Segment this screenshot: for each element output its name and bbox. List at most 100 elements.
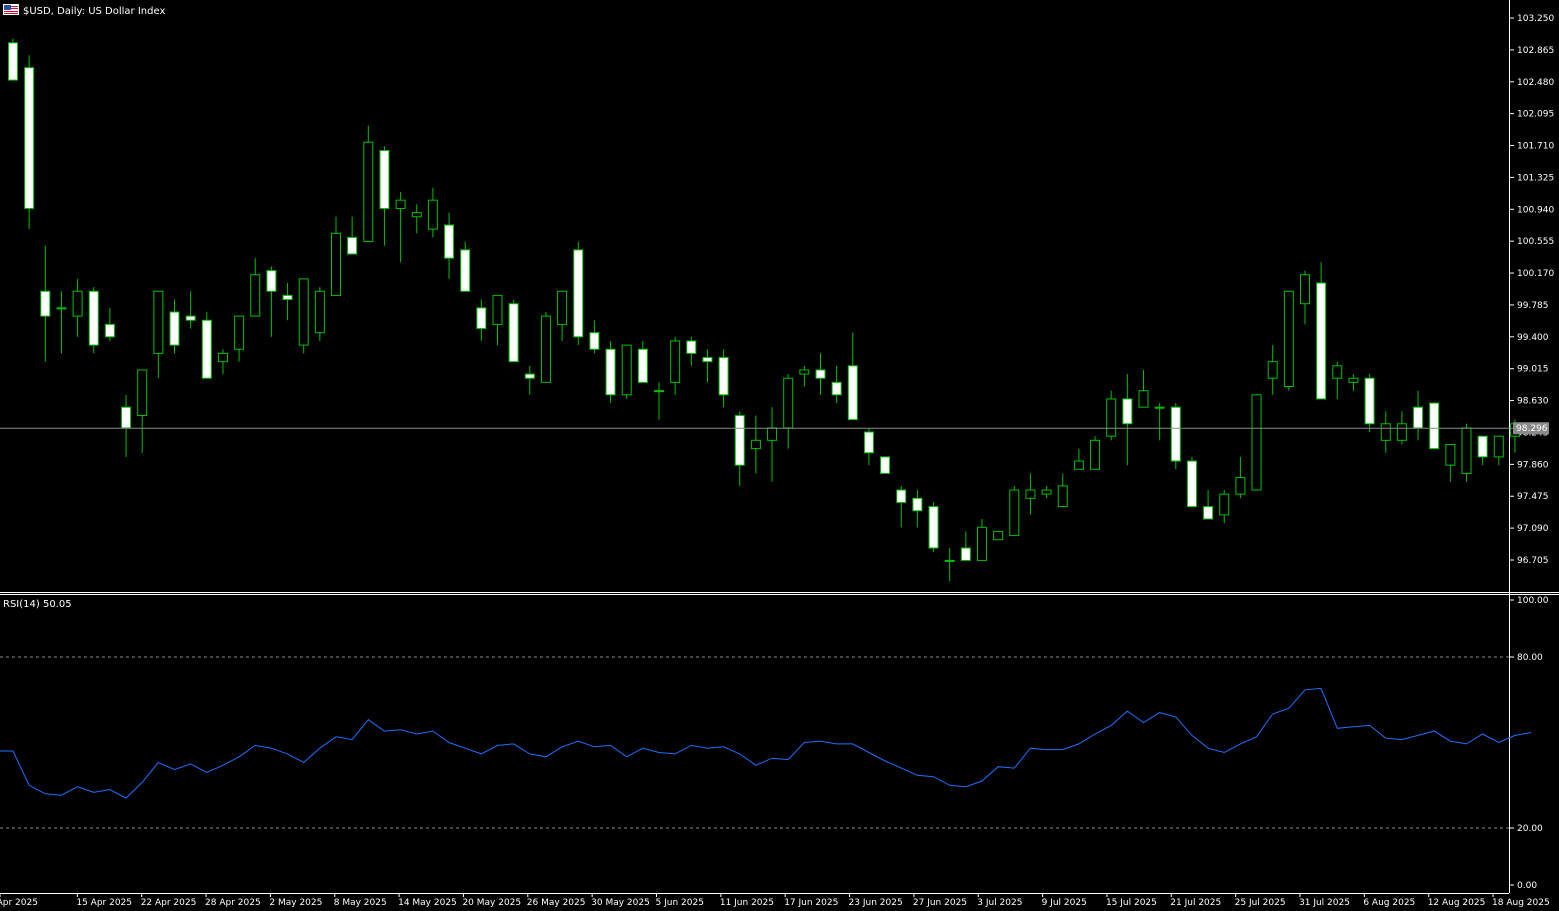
candle-body-bear bbox=[1364, 377, 1375, 425]
candle bbox=[104, 307, 115, 341]
candle bbox=[508, 299, 519, 363]
candle-body-bear bbox=[40, 290, 51, 317]
date-tick-label: 26 May 2025 bbox=[527, 898, 586, 908]
candle-body-bull bbox=[234, 315, 245, 350]
candle-body-bull bbox=[783, 377, 794, 429]
candle bbox=[298, 278, 309, 354]
candle-body-bear bbox=[379, 149, 390, 209]
candle bbox=[56, 291, 67, 354]
price-tick-label: 97.475 bbox=[1517, 492, 1549, 502]
chart-header: $USD, Daily: US Dollar Index bbox=[3, 4, 165, 17]
candle-body-bull bbox=[1332, 365, 1343, 379]
candle-body-bull bbox=[654, 390, 664, 393]
candle bbox=[153, 290, 164, 379]
date-tick-label: 25 Jul 2025 bbox=[1235, 898, 1286, 908]
rsi-tick-label: 20.00 bbox=[1517, 824, 1543, 834]
candle-body-bull bbox=[217, 352, 228, 363]
candle bbox=[847, 332, 858, 421]
rsi-line bbox=[0, 687, 1532, 799]
candle-body-bull bbox=[363, 141, 374, 243]
candle bbox=[960, 531, 971, 561]
date-tick-label: 15 Jul 2025 bbox=[1106, 898, 1157, 908]
candle bbox=[121, 394, 132, 457]
price-tick-label: 100.170 bbox=[1517, 269, 1554, 279]
date-tick-label: 23 Jun 2025 bbox=[849, 898, 903, 908]
candle-body-bear bbox=[847, 365, 858, 421]
candle-body-bull bbox=[750, 439, 761, 450]
candle-body-bull bbox=[1073, 460, 1084, 470]
candle bbox=[1186, 456, 1197, 508]
candle-body-bull bbox=[411, 212, 422, 218]
candle bbox=[621, 344, 632, 399]
candle-body-bear bbox=[1203, 506, 1214, 520]
price-tick-label: 103.250 bbox=[1517, 14, 1554, 24]
candle-body-bear bbox=[460, 249, 471, 292]
candle-body-bear bbox=[524, 373, 535, 379]
candle bbox=[718, 349, 729, 408]
candle bbox=[137, 369, 148, 453]
candle-body-bear bbox=[444, 224, 455, 259]
candle bbox=[702, 349, 713, 383]
candle-body-bull bbox=[72, 290, 83, 317]
candle bbox=[1364, 374, 1375, 433]
price-tick-label: 101.710 bbox=[1517, 142, 1554, 152]
candle-body-bear bbox=[24, 67, 35, 209]
date-tick-label: 6 Aug 2025 bbox=[1363, 898, 1415, 908]
candle bbox=[524, 365, 535, 395]
candle-body-bull bbox=[1106, 398, 1117, 437]
candle-body-bull bbox=[1219, 493, 1230, 516]
candle bbox=[1041, 485, 1052, 499]
candle bbox=[1300, 270, 1310, 325]
candle bbox=[427, 187, 438, 238]
candle bbox=[1219, 490, 1230, 524]
candle-body-bear bbox=[912, 497, 923, 512]
candle-body-bear bbox=[88, 290, 99, 346]
candle-body-bear bbox=[863, 431, 874, 454]
candle bbox=[589, 320, 600, 354]
candle bbox=[266, 266, 277, 337]
candle-body-bull bbox=[153, 290, 164, 354]
candle-body-bull bbox=[1138, 390, 1149, 408]
candle bbox=[831, 365, 842, 404]
price-tick-label: 98.630 bbox=[1517, 397, 1549, 407]
candle bbox=[540, 311, 551, 383]
candle-body-bull bbox=[1300, 274, 1310, 305]
candle-body-bear bbox=[169, 311, 180, 346]
candle bbox=[1138, 369, 1149, 408]
candle bbox=[863, 427, 874, 466]
candle-body-bear bbox=[347, 236, 358, 255]
candle bbox=[40, 245, 51, 362]
candle bbox=[750, 415, 761, 474]
candle-body-bull bbox=[1283, 290, 1294, 388]
candle-body-bull bbox=[331, 232, 341, 296]
rsi-axis: 100.00 80.00 20.00 0.00 bbox=[1509, 596, 1549, 891]
price-axis: 103.250 102.865 102.480 102.095 101.710 101.3… bbox=[1509, 14, 1554, 566]
price-tick-label: 97.090 bbox=[1517, 524, 1549, 534]
candle bbox=[282, 282, 293, 321]
candle-body-bear bbox=[605, 348, 616, 396]
candle bbox=[1332, 361, 1343, 399]
candle-body-bull bbox=[1025, 489, 1036, 499]
candle-body-bear bbox=[573, 249, 584, 338]
candle-body-bear bbox=[1122, 398, 1133, 425]
candle bbox=[1009, 485, 1020, 537]
candle-body-bear bbox=[1170, 406, 1181, 462]
price-tick-label: 100.555 bbox=[1517, 237, 1554, 247]
candle bbox=[912, 490, 923, 528]
rsi-tick-label: 100.00 bbox=[1517, 596, 1549, 606]
candle bbox=[1057, 473, 1068, 508]
candle bbox=[185, 291, 196, 329]
candle bbox=[799, 365, 810, 387]
candle-body-bear bbox=[1429, 402, 1440, 450]
candle-body-bull bbox=[799, 369, 810, 375]
candle bbox=[928, 502, 939, 553]
candle-body-bull bbox=[56, 307, 67, 310]
candle bbox=[1380, 411, 1391, 453]
candle bbox=[654, 382, 664, 420]
candle-body-bull bbox=[1057, 485, 1068, 508]
candle-body-bull bbox=[767, 427, 778, 441]
candle bbox=[944, 547, 955, 582]
candle-body-bear bbox=[896, 489, 907, 503]
date-tick-label: 5 Jun 2025 bbox=[656, 898, 704, 908]
price-tick-label: 99.785 bbox=[1517, 301, 1549, 311]
